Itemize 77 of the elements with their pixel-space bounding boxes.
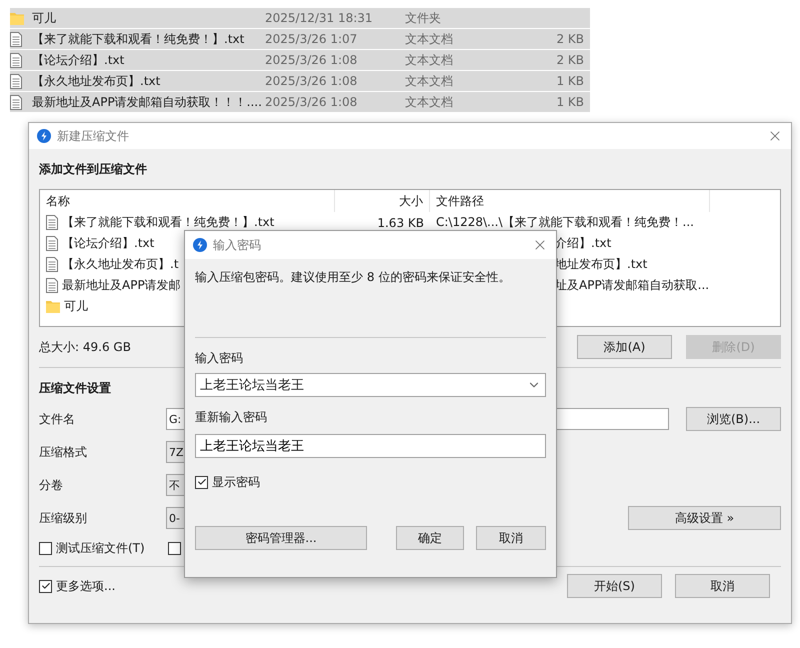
password-manager-button[interactable]: 密码管理器... [195,526,367,550]
checkbox[interactable] [168,542,181,554]
file-date: 2025/3/26 1:07 [265,32,358,46]
file-date: 2025/3/26 1:08 [265,95,358,109]
setting-button[interactable]: 浏览(B)... [686,407,781,431]
file-type: 文件夹 [405,10,442,26]
file-name: 【永久地址发布页】.txt [32,72,162,90]
file-name: 最新地址及APP请发邮 [62,277,181,294]
column-header[interactable]: 文件路径 [430,190,710,212]
file-name: 可儿 [64,298,88,315]
instruction-text: 输入压缩包密码。建议使用至少 8 位的密码来保证安全性。 [195,270,510,284]
file-name: 【来了就能下载和观看！纯免费！】.txt [62,214,274,231]
file-row[interactable]: 【来了就能下载和观看！纯免费！】.txt 2025/3/26 1:07 文本文档 2 KB [10,29,590,50]
field-label: 输入密码 [195,350,244,367]
file-name: 【论坛介绍】.txt [32,52,126,68]
file-size: 1.63 KB [376,216,425,230]
check-icon [196,477,206,487]
setting-label: 分卷 [39,476,64,494]
file-size: 2 KB [555,32,585,46]
document-icon [46,257,58,272]
setting-button[interactable]: 高级设置 » [628,506,781,530]
file-date: 2025/12/31 18:31 [265,11,374,25]
window-title: 新建压缩文件 [57,128,130,144]
field-label: 重新输入密码 [195,409,268,426]
file-size: 2 KB [555,53,585,67]
section-heading: 压缩文件设置 [39,380,111,397]
document-icon [10,74,22,88]
file-name: 【永久地址发布页】.t [62,256,179,273]
option-label: 更多选项... [56,578,116,594]
file-path: C:\1228\...\【来了就能下载和观看！纯免费！... [436,215,694,229]
file-type: 文本文档 [405,52,454,68]
setting-label: 压缩级别 [39,510,88,526]
folder-icon [46,300,60,313]
document-icon [10,52,22,68]
checkbox[interactable] [39,542,52,554]
file-row[interactable]: 可儿 2025/12/31 18:31 文件夹 [10,8,590,29]
folder-icon [10,12,24,24]
check-icon [40,581,50,591]
document-icon [46,215,58,230]
option-label: 显示密码 [212,474,260,490]
file-row[interactable]: 最新地址及APP请发邮箱自动获取！！！.... 2025/3/26 1:08 文本文档 1 KB [10,92,590,113]
app-logo-icon [37,129,51,143]
file-type: 文本文档 [405,94,454,110]
column-header[interactable]: 名称 [40,190,335,212]
file-date: 2025/3/26 1:08 [265,74,358,88]
cancel-button[interactable]: 取消 [476,526,546,550]
file-row[interactable]: 【永久地址发布页】.txt 2025/3/26 1:08 文本文档 1 KB [10,71,590,92]
document-icon [46,278,58,293]
add-button[interactable]: 添加(A) [577,335,672,359]
start-button[interactable]: 开始(S) [567,574,662,598]
password-combobox[interactable]: 上老王论坛当老王 [195,373,546,397]
file-name: 可儿 [32,10,57,26]
document-icon [46,236,58,251]
file-size: 1 KB [555,74,585,88]
window-title: 输入密码 [213,236,262,254]
file-type: 文本文档 [405,30,454,48]
checkbox[interactable] [39,580,52,592]
option-label: 测试压缩文件(T) [56,540,145,556]
password-input[interactable]: 上老王论坛当老王 [195,434,546,458]
section-heading: 添加文件到压缩文件 [39,161,147,178]
document-icon [10,32,22,46]
setting-label: 压缩格式 [39,444,88,460]
file-date: 2025/3/26 1:08 [265,53,358,67]
file-row[interactable]: 【论坛介绍】.txt 2025/3/26 1:08 文本文档 2 KB [10,50,590,71]
checkbox[interactable] [195,476,208,488]
total-size: 总大小: 49.6 GB [39,338,131,356]
file-name: 最新地址及APP请发邮箱自动获取！！！.... [32,94,263,110]
cancel-button[interactable]: 取消 [675,574,770,598]
file-size: 1 KB [555,95,585,109]
app-logo-icon [193,238,207,252]
column-header[interactable]: 大小 [335,190,430,212]
file-name: 【论坛介绍】.txt [62,235,154,252]
file-name: 【来了就能下载和观看！纯免费！】.txt [32,30,246,48]
ok-button[interactable]: 确定 [396,526,464,550]
document-icon [10,94,22,110]
file-type: 文本文档 [405,72,454,90]
setting-label: 文件名 [39,410,76,428]
